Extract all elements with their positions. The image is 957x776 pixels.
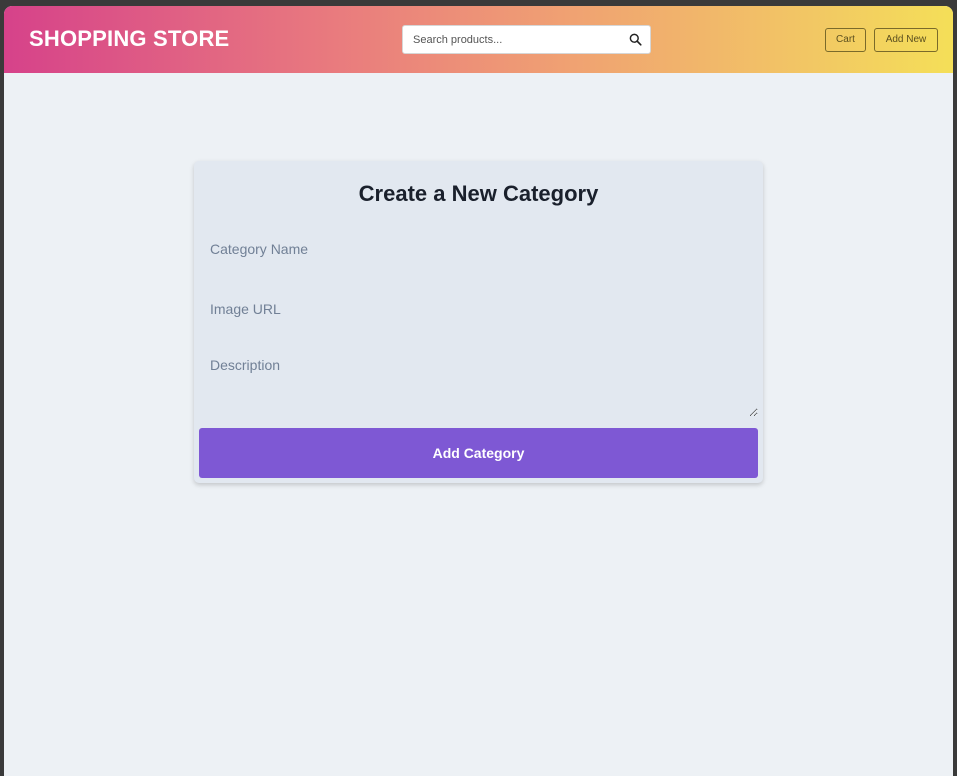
form-title: Create a New Category [358,181,599,206]
brand-logo[interactable]: SHOPPING STORE [29,26,229,52]
app-window: SHOPPING STORE Cart Add New Create a New… [4,6,953,776]
search-icon[interactable] [629,33,642,46]
search-input[interactable] [403,26,623,53]
cart-button[interactable]: Cart [825,28,866,52]
image-url-input[interactable] [199,295,758,323]
add-new-button[interactable]: Add New [874,28,938,52]
description-textarea[interactable] [199,349,758,417]
add-category-button[interactable]: Add Category [199,428,758,478]
search-box [402,25,651,54]
create-category-form: Create a New Category Add Category [194,161,763,483]
category-name-input[interactable] [199,235,758,263]
top-navbar: SHOPPING STORE Cart Add New [4,6,953,73]
